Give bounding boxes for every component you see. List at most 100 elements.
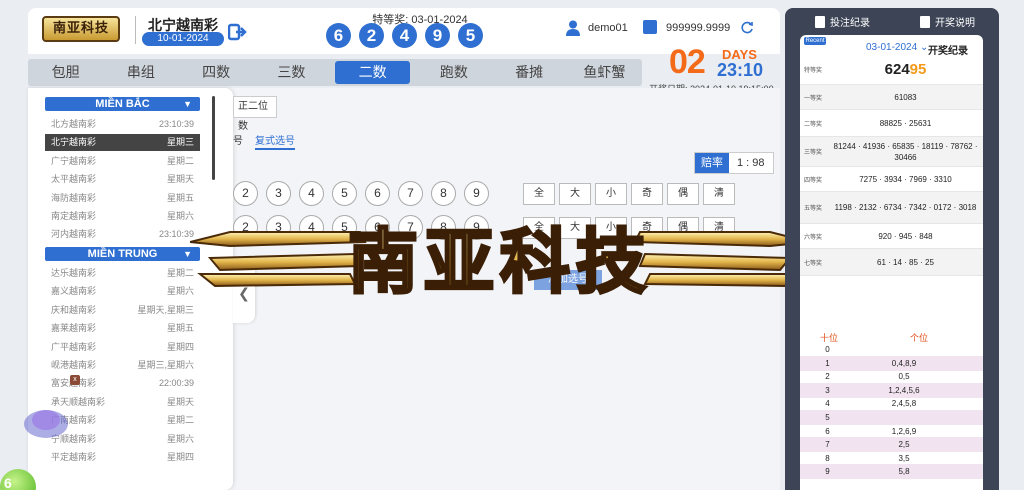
sidebar-lottery-item[interactable]: 达乐越南彩 星期二 xyxy=(45,265,200,282)
special-ball: 9 xyxy=(425,23,450,48)
prize-name: 六等奖 xyxy=(804,234,823,241)
quick-select-button[interactable]: 小 xyxy=(595,183,627,205)
ones-digits: 5,8 xyxy=(898,467,910,477)
mini-logo-icon xyxy=(24,410,68,438)
refresh-icon[interactable] xyxy=(740,21,754,35)
prize-row: 特等奖 62495 xyxy=(800,55,983,85)
countdown: 02 DAYS 23:10 开奖日期: 2024-01-10 19:15:00 xyxy=(645,43,780,94)
sidebar-lottery-item[interactable]: 嘉义越南彩 星期六 xyxy=(45,283,200,300)
tab-7[interactable]: 鱼虾蟹 xyxy=(567,59,642,86)
sidebar-lottery-item[interactable]: 北宁越南彩 星期三 xyxy=(45,134,200,152)
quick-select-button[interactable]: 全 xyxy=(523,183,555,205)
prize-row: 六等奖 920 · 945 · 848 xyxy=(800,224,983,249)
sidebar-lottery-item[interactable]: 广宁越南彩 星期二 xyxy=(45,153,200,170)
sidebar-lottery-item[interactable]: 北方越南彩 23:10:39 xyxy=(45,116,200,133)
sidebar-lottery-item[interactable]: 富安越南彩22:00:39 xyxy=(45,375,200,392)
sidebar-lottery-item[interactable]: 庆和越南彩 星期天,星期三 xyxy=(45,302,200,319)
prize-value: 88825 · 25631 xyxy=(879,118,932,128)
game-tabs: 包胆 串组 四数 三数 二数 跑数 番摊 鱼虾蟹 xyxy=(28,59,642,86)
sidebar-scrollbar[interactable] xyxy=(212,96,215,180)
region-header-central[interactable]: MIỀN TRUNG ▼ xyxy=(45,247,200,261)
tab-6[interactable]: 番摊 xyxy=(492,59,567,86)
lottery-item-time: 星期四 xyxy=(166,452,194,462)
prize-value: 62495 xyxy=(828,61,983,78)
number-ball[interactable]: 4 xyxy=(299,181,324,206)
tens-digit: 9 xyxy=(825,467,830,477)
draw-rules-label: 开奖说明 xyxy=(935,18,975,29)
number-ball[interactable]: 6 xyxy=(365,181,390,206)
sidebar-lottery-item[interactable]: 岘港越南彩 星期三,星期六 xyxy=(45,357,200,374)
quick-select-button[interactable]: 清 xyxy=(703,183,735,205)
sidebar-lottery-item[interactable]: 平定越南彩 星期四 xyxy=(45,449,200,466)
caret-down-icon: ▼ xyxy=(183,99,192,109)
bet-records-link[interactable]: 投注纪录 xyxy=(815,14,870,29)
watermark-banner: 南亚科技 xyxy=(190,220,810,305)
sidebar-lottery-item[interactable]: 广平越南彩 星期四 xyxy=(45,339,200,356)
sidebar-lottery-item[interactable]: 太平越南彩 星期天 xyxy=(45,171,200,188)
prize-value-main: 624 xyxy=(884,61,910,78)
odds-label: 赔率 xyxy=(695,153,729,173)
lottery-item-name: 平定越南彩 xyxy=(51,452,97,462)
tab-0[interactable]: 包胆 xyxy=(28,59,103,86)
prize-row: 二等奖 88825 · 25631 xyxy=(800,110,983,137)
prize-name: 五等奖 xyxy=(804,206,823,212)
mode-compound[interactable]: 复式选号 xyxy=(255,132,295,150)
sidebar-lottery-item[interactable]: 南定越南彩 星期六 xyxy=(45,208,200,225)
prize-name: 三等奖 xyxy=(804,150,823,156)
watermark-text: 南亚科技 xyxy=(348,221,652,303)
mode-direct[interactable]: 号 xyxy=(233,132,243,147)
number-ball[interactable]: 7 xyxy=(398,181,423,206)
list-icon xyxy=(920,15,930,28)
tab-3[interactable]: 三数 xyxy=(254,59,329,86)
quick-select-button[interactable]: 偶 xyxy=(667,183,699,205)
lottery-item-name: 嘉义越南彩 xyxy=(51,286,97,297)
number-ball[interactable]: 2 xyxy=(233,181,258,206)
sidebar-lottery-item[interactable]: 河内越南彩 23:10:39 xyxy=(45,226,200,243)
lottery-item-time: 星期天,星期三 xyxy=(137,304,194,315)
sub-tab-two-digit[interactable]: 正二位数 xyxy=(233,96,277,132)
lottery-item-name: 达乐越南彩 xyxy=(51,268,97,278)
lottery-item-time: 星期三,星期六 xyxy=(137,360,194,370)
lottery-item-name: 庆和越南彩 xyxy=(51,304,97,315)
tab-1[interactable]: 串组 xyxy=(103,59,178,86)
quick-select-button[interactable]: 大 xyxy=(559,183,591,205)
special-ball: 5 xyxy=(458,23,483,48)
tab-4[interactable]: 二数 xyxy=(335,61,411,84)
lottery-item-time: 星期三 xyxy=(166,137,194,148)
odds-value: 1 : 98 xyxy=(737,157,765,169)
number-row-tens: 23456789 xyxy=(233,181,489,206)
prize-name: 四等奖 xyxy=(804,177,823,184)
number-ball[interactable]: 5 xyxy=(332,181,357,206)
prize-value: 1198 · 2132 · 6734 · 7342 · 0172 · 3018 xyxy=(834,203,977,212)
lottery-item-time: 23:10:39 xyxy=(158,119,194,129)
result-date-select[interactable]: 03-01-2024 ⌄ xyxy=(866,42,928,53)
tab-2[interactable]: 四数 xyxy=(179,59,254,86)
prize-name: 二等奖 xyxy=(804,121,823,128)
prize-name: 一等奖 xyxy=(804,95,823,102)
app-root: 南亚科技 北宁越南彩 10-01-2024 特等奖: 03-01-2024 62… xyxy=(0,0,1024,490)
draw-rules-link[interactable]: 开奖说明 xyxy=(920,14,975,29)
prize-value: 61083 xyxy=(894,92,917,102)
lottery-item-name: 广宁越南彩 xyxy=(51,155,97,166)
special-ball: 2 xyxy=(359,23,384,48)
quick-select-button[interactable]: 奇 xyxy=(631,183,663,205)
lottery-item-name: 北方越南彩 xyxy=(51,119,97,129)
number-ball[interactable]: 3 xyxy=(266,181,291,206)
lottery-item-time: 星期六 xyxy=(166,433,194,444)
lottery-item-name: 广平越南彩 xyxy=(51,341,97,352)
lottery-item-time: 星期五 xyxy=(166,192,194,203)
exit-icon[interactable] xyxy=(228,22,248,42)
lottery-item-time: 星期天 xyxy=(166,174,194,185)
odds-box: 赔率 1 : 98 xyxy=(694,152,774,174)
close-icon[interactable]: x xyxy=(70,375,80,385)
countdown-time: 23:10 xyxy=(717,60,764,80)
lottery-item-name: 嘉莱越南彩 xyxy=(51,323,97,334)
lottery-item-name: 北宁越南彩 xyxy=(51,137,97,148)
prize-value: 81244 · 41936 · 65835 · 18119 · 78762 · … xyxy=(833,141,978,162)
region-header-north[interactable]: MIỀN BẮC ▼ xyxy=(45,97,200,111)
sidebar-lottery-item[interactable]: 嘉莱越南彩 星期五 xyxy=(45,320,200,337)
number-ball[interactable]: 8 xyxy=(431,181,456,206)
tab-5[interactable]: 跑数 xyxy=(416,59,491,86)
number-ball[interactable]: 9 xyxy=(464,181,489,206)
sidebar-lottery-item[interactable]: 海防越南彩 星期五 xyxy=(45,190,200,207)
